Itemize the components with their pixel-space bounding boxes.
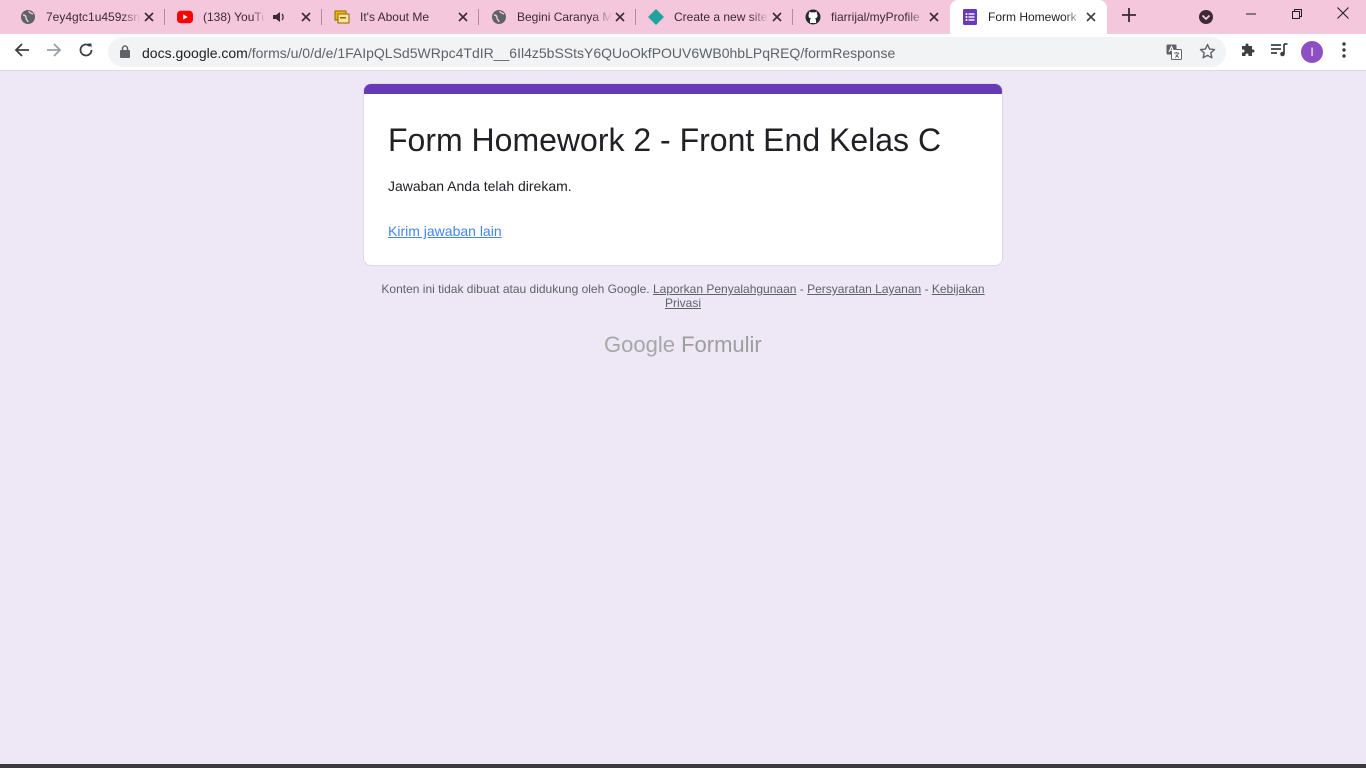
- tab-active-form[interactable]: Form Homework: [950, 0, 1107, 34]
- submit-another-response-link[interactable]: Kirim jawaban lain: [388, 223, 502, 239]
- star-icon[interactable]: [1199, 43, 1216, 65]
- reload-button[interactable]: [74, 40, 98, 64]
- chrome-menu-button[interactable]: [1332, 40, 1356, 64]
- tab-title: Form Homework: [988, 10, 1077, 24]
- media-control-button[interactable]: [1267, 40, 1291, 64]
- github-icon: [805, 9, 821, 25]
- chevron-down-icon: [1197, 10, 1215, 30]
- forms-icon: [962, 9, 978, 25]
- address-bar[interactable]: docs.google.com/forms/u/0/d/e/1FAIpQLSd5…: [108, 37, 1226, 67]
- minimize-icon: [1246, 6, 1256, 24]
- plus-icon: [1122, 7, 1136, 27]
- brand-google: Google: [604, 332, 675, 357]
- tab-title: Begini Caranya M: [517, 10, 612, 24]
- minimize-button[interactable]: [1228, 0, 1274, 30]
- arrow-right-icon: [46, 42, 62, 63]
- footer-separator: -: [921, 282, 932, 296]
- reload-icon: [78, 42, 94, 63]
- tab-search-button[interactable]: [1197, 8, 1215, 26]
- url-host: docs.google.com: [142, 45, 248, 61]
- window-bottom-edge: [0, 764, 1366, 768]
- tab-1[interactable]: 7ey4gtc1u459zsn: [8, 0, 165, 34]
- brand-product: Formulir: [681, 332, 762, 357]
- more-vertical-icon: [1342, 41, 1346, 63]
- close-icon[interactable]: [769, 9, 785, 25]
- profile-avatar[interactable]: I: [1301, 41, 1323, 63]
- report-abuse-link[interactable]: Laporkan Penyalahgunaan: [653, 282, 796, 296]
- close-icon: [1337, 6, 1349, 24]
- tab-6[interactable]: fiarrijal/myProfile: [793, 0, 950, 34]
- close-icon[interactable]: [455, 9, 471, 25]
- youtube-icon: [177, 9, 193, 25]
- browser-toolbar: docs.google.com/forms/u/0/d/e/1FAIpQLSd5…: [0, 34, 1366, 71]
- footer-disclaimer: Konten ini tidak dibuat atau didukung ol…: [381, 282, 650, 296]
- window-close-button[interactable]: [1320, 0, 1366, 30]
- globe-icon: [20, 9, 36, 25]
- confirmation-message: Jawaban Anda telah direkam.: [388, 178, 572, 194]
- url-path: /forms/u/0/d/e/1FAIpQLSd5WRpc4TdIR__6Il4…: [247, 45, 896, 61]
- globe-icon: [491, 9, 507, 25]
- puzzle-icon: [1240, 42, 1256, 63]
- url-text: docs.google.com/forms/u/0/d/e/1FAIpQLSd5…: [142, 45, 895, 61]
- new-tab-button[interactable]: [1119, 7, 1139, 27]
- speaker-icon[interactable]: [271, 9, 287, 25]
- close-icon[interactable]: [298, 9, 314, 25]
- back-button[interactable]: [10, 40, 34, 64]
- translate-icon[interactable]: [1166, 44, 1182, 65]
- netlify-icon: [648, 9, 664, 25]
- tab-3[interactable]: It's About Me: [322, 0, 479, 34]
- tab-4[interactable]: Begini Caranya M: [479, 0, 636, 34]
- footer-separator: -: [796, 282, 808, 296]
- playlist-icon: [1270, 42, 1288, 62]
- slides-icon: [334, 9, 350, 25]
- google-forms-logo[interactable]: Google Formulir: [604, 332, 762, 358]
- form-title: Form Homework 2 - Front End Kelas C: [388, 122, 942, 158]
- terms-of-service-link[interactable]: Persyaratan Layanan: [807, 282, 921, 296]
- tab-title: fiarrijal/myProfile: [831, 10, 920, 24]
- confirmation-card: Form Homework 2 - Front End Kelas C Jawa…: [363, 83, 1003, 266]
- tab-strip: 7ey4gtc1u459zsn (138) YouTube It's About…: [0, 0, 1366, 34]
- tab-2[interactable]: (138) YouTube: [165, 0, 322, 34]
- tab-title: 7ey4gtc1u459zsn: [46, 10, 141, 24]
- lock-icon[interactable]: [120, 45, 130, 63]
- extensions-button[interactable]: [1236, 40, 1260, 64]
- tab-title: It's About Me: [360, 10, 429, 24]
- page-footer: Konten ini tidak dibuat atau didukung ol…: [380, 282, 986, 310]
- restore-icon: [1292, 6, 1302, 24]
- card-accent-bar: [364, 84, 1002, 94]
- arrow-left-icon: [14, 42, 30, 63]
- tab-title: Create a new site: [674, 10, 768, 24]
- tab-5[interactable]: Create a new site: [636, 0, 793, 34]
- restore-button[interactable]: [1274, 0, 1320, 30]
- close-icon[interactable]: [1083, 9, 1099, 25]
- close-icon[interactable]: [612, 9, 628, 25]
- close-icon[interactable]: [926, 9, 942, 25]
- close-icon[interactable]: [141, 9, 157, 25]
- forward-button[interactable]: [42, 40, 66, 64]
- tab-title: (138) YouTube: [203, 10, 265, 24]
